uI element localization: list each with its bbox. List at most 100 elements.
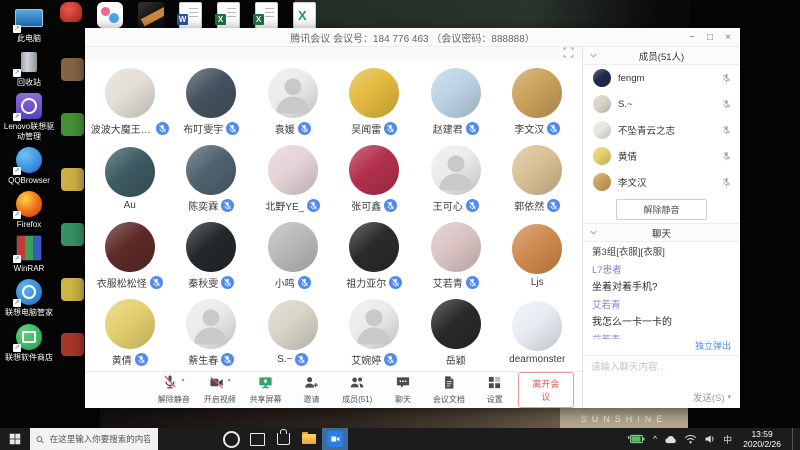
desktop-icon-partial[interactable]	[61, 113, 84, 136]
desktop-icon-word[interactable]: W	[179, 2, 202, 29]
participant-tile[interactable]: 祖力亚尔	[334, 217, 416, 294]
desktop-icon-partial[interactable]	[61, 278, 84, 301]
participant-tile[interactable]: 黄倩	[89, 294, 171, 371]
desktop-icon-firefox[interactable]: ↗Firefox	[0, 190, 58, 229]
volume-icon[interactable]	[704, 434, 716, 444]
desktop-icon-pc[interactable]: ↗此电脑	[0, 4, 58, 43]
search-input[interactable]	[48, 433, 152, 445]
participant-tile[interactable]: 衣服松松怪	[89, 217, 171, 294]
member-mic-icon[interactable]	[721, 176, 732, 189]
participant-tile[interactable]: S.~	[252, 294, 334, 371]
desktop-icon-winrar[interactable]: ↗WinRAR	[0, 234, 58, 273]
window-titlebar[interactable]: 腾讯会议 会议号：184 776 463 （会议密码：888888） − □ ×	[85, 28, 740, 47]
participant-grid: 波波大魔王哈哈...布叮雯宇袁媛吴闻雷赵建君李文汉 Au陈奕霖北野YE_张可鑫王可…	[85, 61, 582, 371]
chat-panel-header[interactable]: 聊天	[583, 224, 740, 242]
participant-tile[interactable]: 小鸣	[252, 217, 334, 294]
close-icon[interactable]: ×	[720, 32, 736, 43]
toolbar-video-button[interactable]: ▲开启视频	[197, 375, 243, 405]
participant-tile[interactable]: 李文汉	[497, 63, 579, 140]
chat-input[interactable]	[583, 356, 740, 379]
participant-tile[interactable]: Au	[89, 140, 171, 217]
participant-tile[interactable]: 布叮雯宇	[171, 63, 253, 140]
participant-tile[interactable]: 岳颖	[415, 294, 497, 371]
chevron-up-icon[interactable]: ▲	[180, 377, 185, 383]
tencent-meeting-taskbar-button[interactable]	[322, 428, 348, 450]
desktop-icon-excel2[interactable]: X	[293, 2, 316, 29]
members-panel-header[interactable]: 成员(51人)	[583, 47, 740, 65]
desktop-icon-excel[interactable]: X	[255, 2, 278, 29]
member-row[interactable]: 不坠青云之志	[583, 117, 740, 143]
taskbar-search[interactable]	[30, 428, 158, 450]
maximize-icon[interactable]: □	[702, 32, 718, 43]
desktop-icon-qqbrowser[interactable]: ↗QQBrowser	[0, 146, 58, 185]
participant-tile[interactable]: Ljs	[497, 217, 579, 294]
toolbar-invite-button[interactable]: 邀请	[288, 375, 334, 405]
fullscreen-icon[interactable]	[563, 47, 574, 61]
start-button[interactable]	[0, 428, 30, 450]
chevron-up-icon[interactable]: ▲	[227, 377, 232, 383]
desktop-icon-recycle[interactable]: ↗回收站	[0, 48, 58, 87]
clock[interactable]: 13:59 2020/2/26	[739, 429, 785, 449]
unmute-button[interactable]: 解除静音	[616, 199, 706, 220]
participant-tile[interactable]: dearmonster	[497, 294, 579, 371]
member-row[interactable]: 李文汉	[583, 169, 740, 195]
participant-tile[interactable]: 吴闻雷	[334, 63, 416, 140]
battery-icon[interactable]	[626, 433, 646, 445]
participant-tile[interactable]: 艾婉婷	[334, 294, 416, 371]
member-row[interactable]: fengm	[583, 65, 740, 91]
toolbar-docs-button[interactable]: 会议文档	[426, 375, 472, 405]
hidden-icons-chevron[interactable]: ^	[653, 434, 657, 444]
participant-tile[interactable]: 北野YE_	[252, 140, 334, 217]
cortana-button[interactable]	[218, 428, 244, 450]
desktop-icon-molecule[interactable]	[97, 2, 123, 28]
desktop-icon-partial[interactable]	[61, 168, 84, 191]
desktop-icon-game[interactable]	[138, 2, 164, 28]
toolbar-members-button[interactable]: 成员(51)	[334, 375, 380, 405]
desktop-icon-partial[interactable]	[61, 223, 84, 246]
participant-tile[interactable]: 蔡生春	[171, 294, 253, 371]
desktop-icon-bird[interactable]	[60, 2, 82, 22]
show-desktop-button[interactable]	[792, 428, 798, 450]
desktop-icon-excel[interactable]: X	[217, 2, 240, 29]
toolbar-share-button[interactable]: 共享屏幕	[243, 375, 289, 405]
desktop-icon-partial[interactable]	[61, 58, 84, 81]
participant-tile[interactable]: 陈奕霖	[171, 140, 253, 217]
participant-tile[interactable]: 秦秋雯	[171, 217, 253, 294]
member-mic-icon[interactable]	[721, 150, 732, 163]
member-mic-icon[interactable]	[721, 98, 732, 111]
desktop-icon-lenovo-manager[interactable]: ↗联想电脑管家	[0, 278, 58, 317]
member-avatar	[593, 69, 611, 87]
task-view-button[interactable]	[244, 428, 270, 450]
toolbar-chat-button[interactable]: 聊天	[380, 375, 426, 405]
send-button[interactable]: 发送(S)	[693, 390, 725, 404]
store-button[interactable]	[270, 428, 296, 450]
desktop-icon-lenovo-driver[interactable]: ↗Lenovo联想驱动管理	[0, 92, 58, 140]
participant-tile[interactable]: 波波大魔王哈哈...	[89, 63, 171, 140]
toolbar-unmute-button[interactable]: ▲解除静音	[151, 375, 197, 405]
member-row[interactable]: 黄倩	[583, 143, 740, 169]
minimize-icon[interactable]: −	[684, 32, 700, 43]
wifi-icon[interactable]	[684, 434, 697, 444]
chat-popout-link[interactable]: 独立弹出	[695, 339, 731, 355]
participant-tile[interactable]: 张可鑫	[334, 140, 416, 217]
ime-indicator[interactable]: 中	[723, 433, 732, 446]
participant-tile[interactable]: 袁媛	[252, 63, 334, 140]
leave-meeting-button[interactable]: 离开会议	[518, 372, 574, 408]
participant-tile[interactable]: 艾若青	[415, 217, 497, 294]
chevron-down-icon[interactable]	[589, 228, 598, 240]
file-explorer-button[interactable]	[296, 428, 322, 450]
participant-tile[interactable]: 赵建君	[415, 63, 497, 140]
onedrive-cloud-icon[interactable]	[664, 434, 677, 444]
member-mic-icon[interactable]	[721, 72, 732, 85]
participant-tile[interactable]: 郭依然	[497, 140, 579, 217]
chevron-down-icon[interactable]: ▾	[727, 393, 731, 401]
desktop-icon-partial[interactable]	[61, 333, 84, 356]
toolbar-settings-button[interactable]: 设置	[472, 375, 518, 405]
member-mic-icon[interactable]	[721, 124, 732, 137]
participant-tile[interactable]: 王可心	[415, 140, 497, 217]
members-icon	[349, 375, 365, 393]
member-row[interactable]: S.~	[583, 91, 740, 117]
chevron-down-icon[interactable]	[589, 51, 598, 63]
desktop-icon-lenovo-store[interactable]: ↗联想软件商店	[0, 323, 58, 362]
chat-message-list[interactable]: 第3组[衣服][衣服]L7患者坐着对着手机?艾若青我怎么一卡一卡的艾若青QAQ	[583, 242, 740, 339]
